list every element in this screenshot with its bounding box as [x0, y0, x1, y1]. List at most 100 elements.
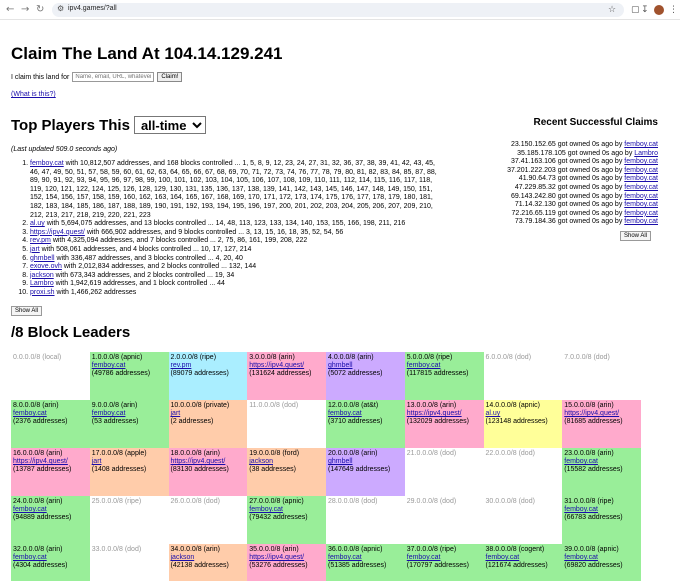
claim-text: got owned 0s ago by	[555, 218, 625, 226]
player-link[interactable]: Lambro	[30, 280, 54, 287]
claim-owner-link[interactable]: femboy.cat	[624, 210, 658, 217]
block-owner-link[interactable]: femboy.cat	[328, 410, 403, 418]
block-owner-link[interactable]: femboy.cat	[92, 362, 167, 370]
claim-owner-link[interactable]: femboy.cat	[624, 158, 658, 165]
block-label: 2.0.0.0/8 (ripe)	[170, 354, 217, 361]
block-owner-link[interactable]: femboy.cat	[407, 362, 482, 370]
back-icon[interactable]: ←	[6, 3, 14, 17]
block-label: 12.0.0.0/8 (at&t)	[328, 402, 379, 409]
player-link[interactable]: exove.ovh	[30, 263, 62, 270]
menu-icon[interactable]: ⋮	[669, 3, 678, 17]
block-owner-link[interactable]: jart	[92, 458, 167, 466]
player-list-item: https://ipv4.quest/ with 666,902 address…	[30, 229, 440, 238]
player-link[interactable]: jart	[30, 246, 40, 253]
block-owner-link[interactable]: femboy.cat	[13, 410, 88, 418]
block-owner-link[interactable]: ghmbell	[328, 458, 403, 466]
block-address-count: (66783 addresses)	[564, 514, 623, 522]
players-show-all-button[interactable]: Show All	[11, 306, 43, 316]
recent-claim-row: 41.90.64.73 got owned 0s ago by femboy.c…	[468, 175, 658, 184]
recent-claim-row: 71.14.32.130 got owned 0s ago by femboy.…	[468, 201, 658, 210]
claim-owner-link[interactable]: femboy.cat	[624, 218, 658, 225]
claim-owner-link[interactable]: femboy.cat	[624, 193, 658, 200]
player-link[interactable]: ghmbell	[30, 255, 55, 262]
block-owner-link[interactable]: femboy.cat	[13, 506, 88, 514]
recent-claim-row: 35.185.178.105 got owned 0s ago by Lambr…	[468, 150, 658, 159]
player-stats: with 4,325,094 addresses, and 7 blocks c…	[50, 237, 308, 245]
block-cell: 31.0.0.0/8 (ripe) femboy.cat (66783 addres…	[562, 496, 641, 544]
profile-avatar[interactable]	[654, 5, 664, 15]
block-owner-link[interactable]: femboy.cat	[13, 554, 88, 562]
block-label: 5.0.0.0/8 (ripe)	[406, 354, 453, 361]
block-owner-link[interactable]: femboy.cat	[564, 506, 639, 514]
recent-show-all-button[interactable]: Show All	[620, 231, 652, 241]
claim-owner-link[interactable]: femboy.cat	[624, 201, 658, 208]
block-owner-link[interactable]: rev.pm	[171, 362, 246, 370]
extensions-icon[interactable]: ▢	[631, 3, 640, 17]
claim-owner-link[interactable]: femboy.cat	[624, 184, 658, 191]
block-label: 10.0.0.0/8 (private)	[170, 402, 230, 409]
block-address-count: (131624 addresses)	[249, 370, 312, 378]
claim-owner-link[interactable]: femboy.cat	[624, 175, 658, 182]
claim-ip: 72.216.65.119	[511, 209, 556, 217]
block-cell: 11.0.0.0/8 (dod)	[247, 400, 326, 448]
block-label: 18.0.0.0/8 (arin)	[170, 450, 220, 457]
block-cell: 8.0.0.0/8 (arin) femboy.cat (2376 addresse…	[11, 400, 90, 448]
site-info-icon[interactable]: ⚙	[57, 4, 64, 13]
player-link[interactable]: jackson	[30, 272, 54, 279]
block-owner-link[interactable]: https://ipv4.quest/	[13, 458, 88, 466]
block-owner-link[interactable]: al.uy	[486, 410, 561, 418]
claim-button[interactable]: Claim!	[157, 72, 183, 82]
bookmark-star-icon[interactable]: ☆	[608, 3, 616, 17]
block-owner-link[interactable]: https://ipv4.quest/	[171, 458, 246, 466]
recent-claim-row: 47.229.85.32 got owned 0s ago by femboy.…	[468, 184, 658, 193]
block-cell: 16.0.0.0/8 (arin) https://ipv4.quest/(137…	[11, 448, 90, 496]
claim-owner-link[interactable]: femboy.cat	[624, 167, 658, 174]
top-players-title: Top Players This	[11, 116, 130, 134]
block-owner-link[interactable]: jart	[171, 410, 246, 418]
block-owner-link[interactable]: femboy.cat	[486, 554, 561, 562]
block-address-count: (121674 addresses)	[485, 562, 548, 570]
block-owner-link[interactable]: femboy.cat	[328, 554, 403, 562]
block-address-count: (2 addresses)	[170, 418, 214, 426]
block-owner-link[interactable]: jackson	[171, 554, 246, 562]
block-owner-link[interactable]: jackson	[249, 458, 324, 466]
block-label: 7.0.0.0/8 (dod)	[564, 354, 610, 361]
claim-text: got owned 0s ago by	[555, 201, 625, 209]
block-owner-link[interactable]: femboy.cat	[92, 410, 167, 418]
block-owner-link[interactable]: https://ipv4.quest/	[564, 410, 639, 418]
last-updated-text: (Last updated 509.0 seconds ago)	[11, 146, 118, 153]
block-address-count: (132029 addresses)	[406, 418, 470, 426]
block-owner-link[interactable]: https://ipv4.quest/	[249, 362, 324, 370]
player-link[interactable]: femboy.cat	[30, 160, 64, 167]
reload-icon[interactable]: ↻	[36, 3, 44, 17]
block-cell: 18.0.0.0/8 (arin) https://ipv4.quest/(831…	[168, 448, 248, 496]
block-label: 15.0.0.0/8 (arin)	[564, 402, 614, 409]
block-owner-link[interactable]: femboy.cat	[249, 506, 324, 514]
block-owner-link[interactable]: femboy.cat	[407, 554, 482, 562]
block-address-count: (5072 addresses)	[328, 370, 383, 378]
block-owner-link[interactable]: ghmbell	[328, 362, 403, 370]
player-link[interactable]: https://ipv4.quest/	[30, 229, 85, 236]
forward-icon[interactable]: →	[21, 3, 29, 17]
block-cell: 3.0.0.0/8 (arin) https://ipv4.quest/(1316…	[247, 352, 326, 400]
claim-name-input[interactable]	[72, 72, 155, 82]
downloads-icon[interactable]: ↧	[641, 3, 649, 17]
block-owner-link[interactable]: femboy.cat	[564, 554, 639, 562]
claim-owner-link[interactable]: femboy.cat	[624, 141, 658, 148]
block-cell: 6.0.0.0/8 (dod)	[483, 352, 563, 400]
player-link[interactable]: proxi.sh	[30, 289, 55, 296]
period-select[interactable]: all-time	[133, 116, 206, 134]
block-owner-link[interactable]: femboy.cat	[564, 458, 639, 466]
top-players-heading: Top Players This all-time	[11, 116, 206, 134]
claim-owner-link[interactable]: Lambro	[634, 150, 658, 157]
claim-text: got owned 0s ago by	[555, 175, 625, 183]
block-owner-link[interactable]: https://ipv4.quest/	[407, 410, 482, 418]
block-owner-link[interactable]: https://ipv4.quest/	[249, 554, 324, 562]
address-bar[interactable]: ⚙ ipv4.games/?all ☆	[52, 3, 624, 17]
block-cell: 33.0.0.0/8 (dod)	[89, 544, 169, 581]
player-link[interactable]: al.uy	[30, 220, 45, 227]
block-cell: 15.0.0.0/8 (arin) https://ipv4.quest/(816…	[562, 400, 641, 448]
claim-ip: 47.229.85.32	[514, 183, 556, 191]
player-link[interactable]: rev.pm	[30, 237, 51, 244]
what-is-this-link[interactable]: (What is this?)	[11, 91, 56, 98]
